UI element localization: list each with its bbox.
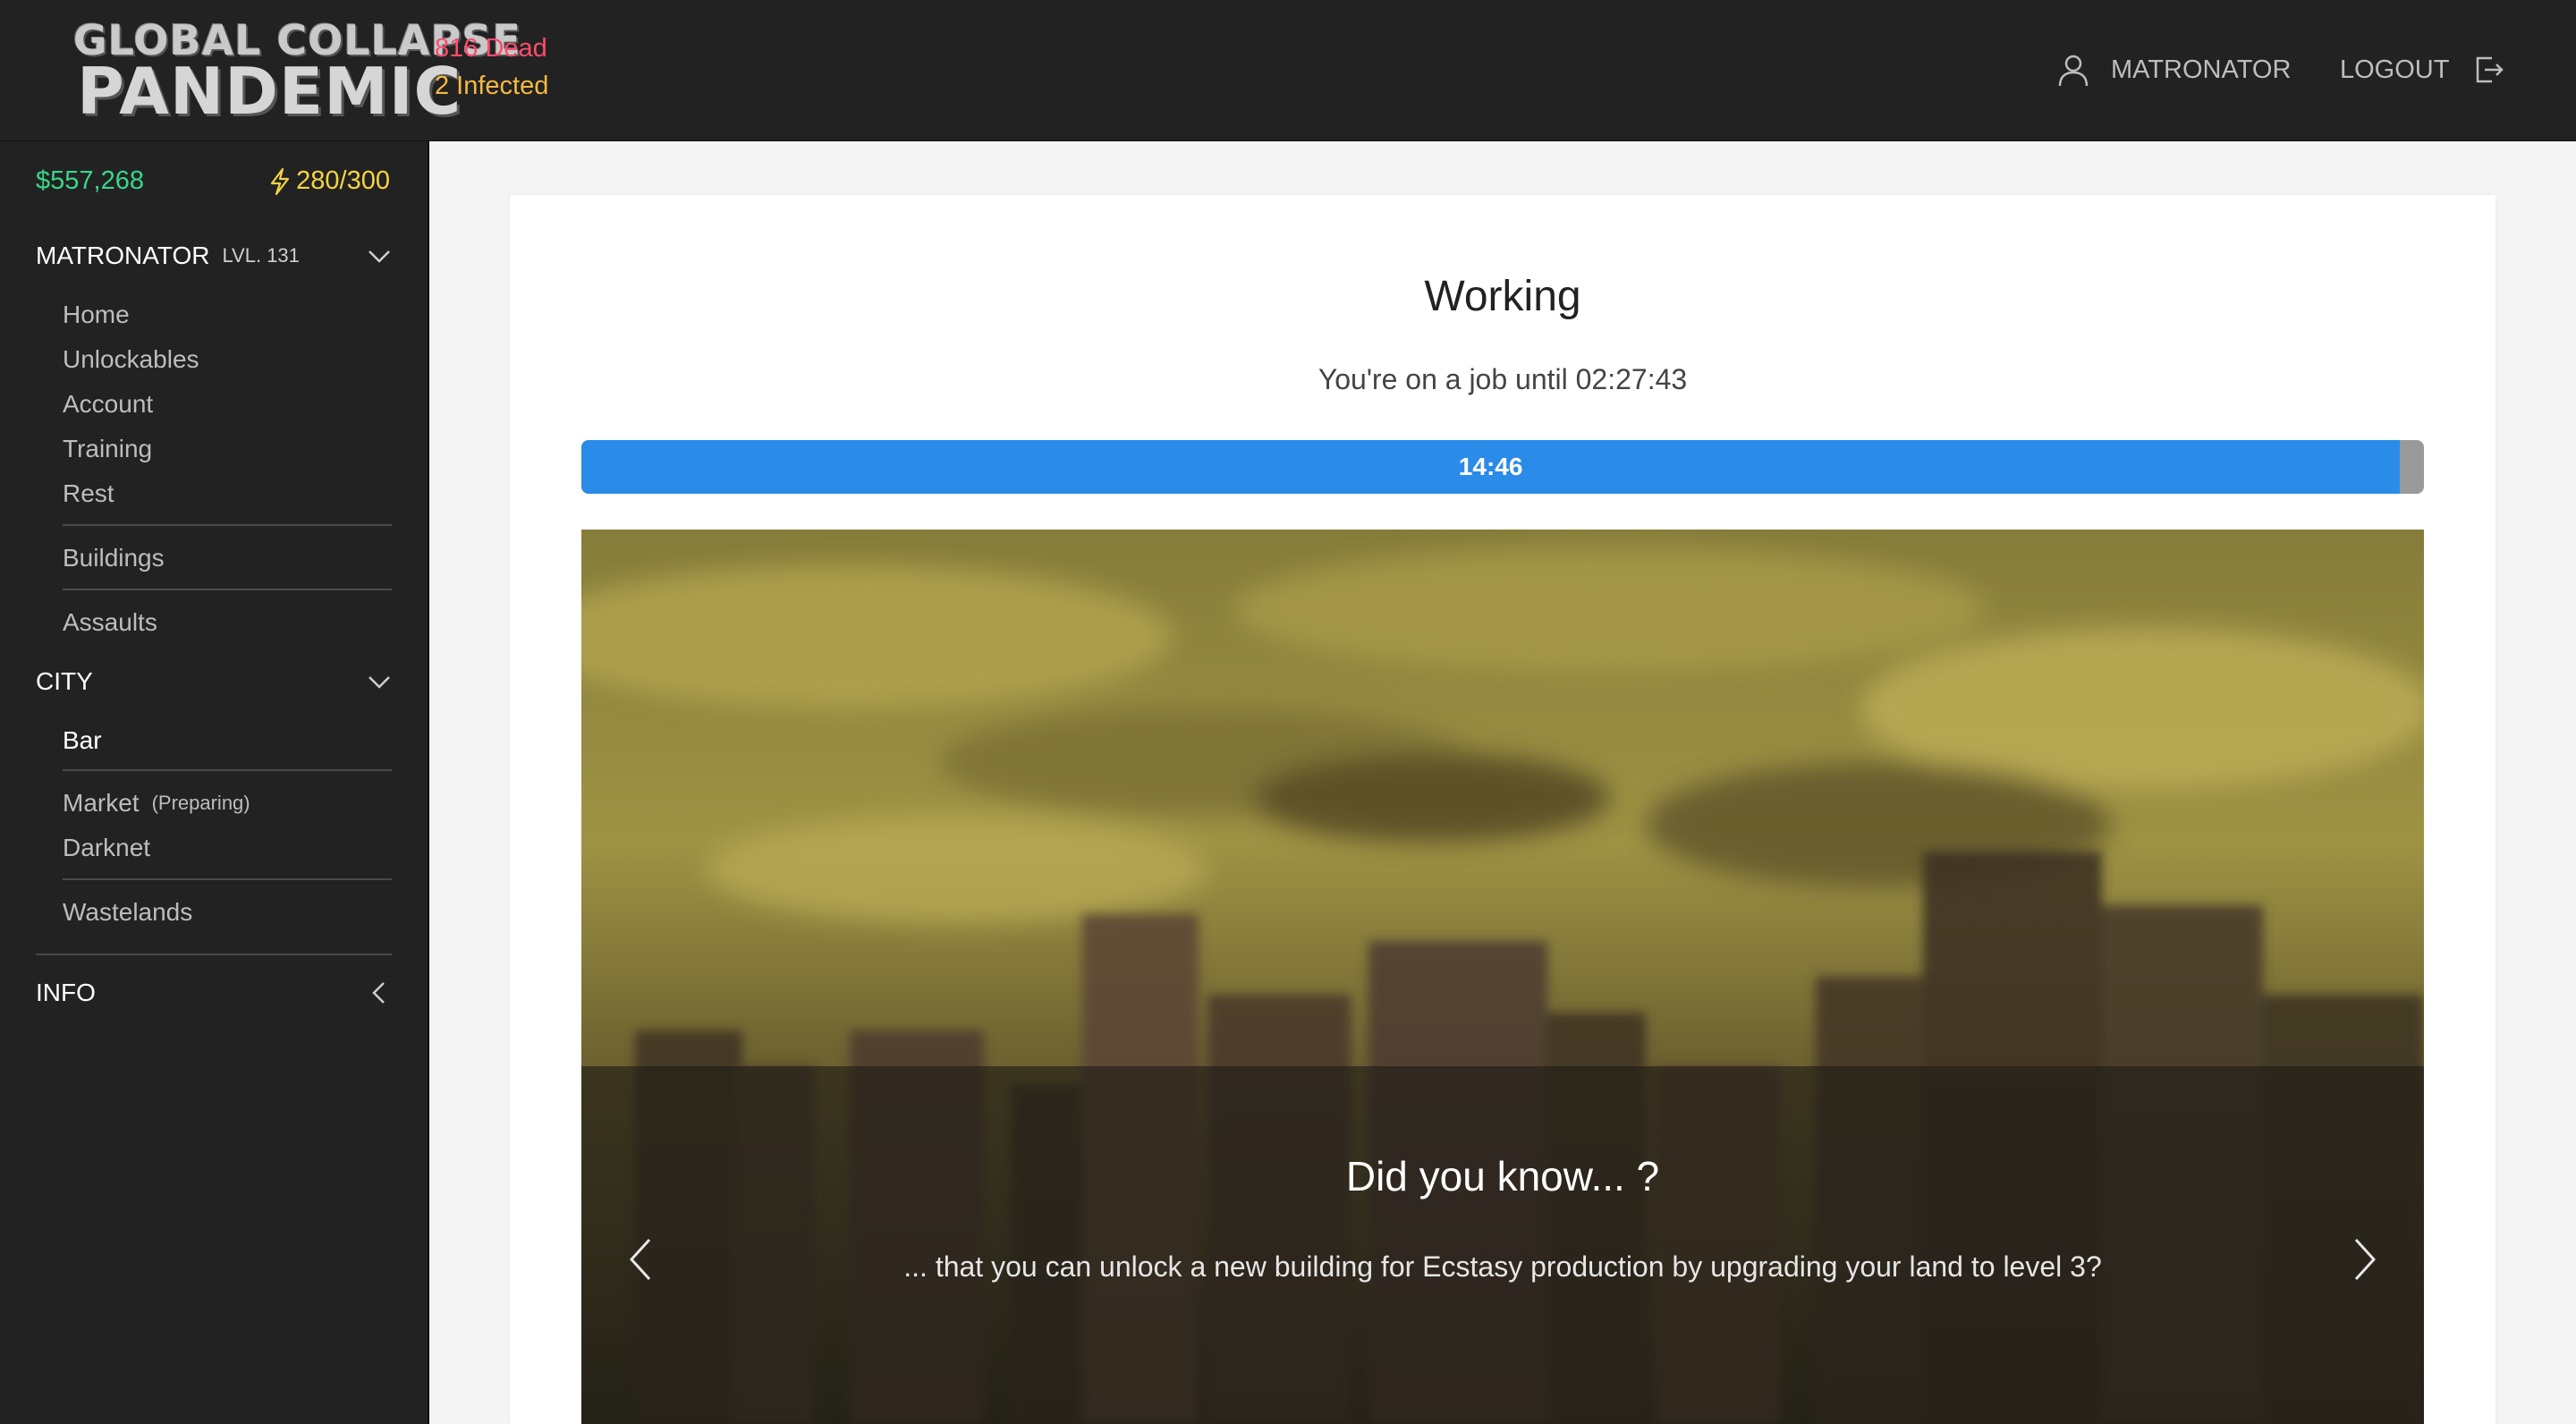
player-section-toggle[interactable]: MATRONATOR LVL. 131 — [36, 236, 392, 275]
nav-account[interactable]: Account — [63, 386, 153, 422]
nav-divider — [63, 878, 392, 880]
carousel-prev-button[interactable] — [623, 1233, 658, 1286]
chevron-right-icon — [2354, 1238, 2377, 1281]
nav-unlockables[interactable]: Unlockables — [63, 342, 199, 377]
job-status-text: You're on a job until 02:27:43 — [1318, 363, 1688, 395]
energy-value: 280/300 — [296, 166, 390, 195]
nav-divider — [63, 589, 392, 590]
energy-display: 280/300 — [267, 166, 390, 196]
carousel-next-button[interactable] — [2347, 1233, 2383, 1286]
nav-training[interactable]: Training — [63, 431, 152, 467]
nav-market[interactable]: Market (Preparing) — [63, 785, 250, 821]
player-name: MATRONATOR — [36, 242, 210, 269]
working-card: Working You're on a job until 02:27:43 1… — [510, 195, 2496, 1424]
nav-darknet[interactable]: Darknet — [63, 830, 150, 866]
info-label: INFO — [36, 979, 96, 1006]
nav-buildings[interactable]: Buildings — [63, 540, 165, 576]
infected-count: 2 Infected — [435, 72, 549, 100]
job-progress-bar: 14:46 — [581, 440, 2424, 494]
nav-bar[interactable]: Bar — [63, 723, 102, 759]
job-progress-label: 14:46 — [1458, 453, 1523, 480]
tip-title: Did you know... ? — [1345, 1153, 1660, 1199]
logo[interactable]: GLOBAL COLLAPSE PANDEMIC — [73, 18, 521, 129]
nav-assaults[interactable]: Assaults — [63, 605, 157, 640]
section-divider — [36, 954, 392, 955]
username-label: MATRONATOR — [2111, 55, 2292, 84]
top-bar: GLOBAL COLLAPSE PANDEMIC 816 Dead 2 Infe… — [0, 0, 2576, 141]
logout-label: LOGOUT — [2340, 55, 2450, 84]
page-title: Working — [1424, 273, 1581, 320]
sidebar: $557,268 280/300 MATRONATOR LVL. 131 Hom… — [0, 141, 429, 1424]
chevron-left-icon — [372, 982, 385, 1004]
lightning-icon — [271, 167, 290, 195]
dead-count: 816 Dead — [435, 34, 547, 63]
chevron-left-icon — [629, 1238, 651, 1281]
nav-rest[interactable]: Rest — [63, 476, 114, 512]
logo-line-2: PANDEMIC — [77, 54, 462, 129]
chevron-down-icon — [369, 250, 390, 263]
tips-carousel: Did you know... ? ... that you can unloc… — [581, 530, 2424, 1424]
city-label: CITY — [36, 667, 93, 695]
tip-text: ... that you can unlock a new building f… — [903, 1250, 2102, 1283]
logout-icon — [2477, 56, 2504, 83]
nav-wastelands[interactable]: Wastelands — [63, 894, 192, 930]
user-icon — [2058, 55, 2089, 87]
market-label: Market — [63, 789, 140, 817]
nav-divider — [63, 524, 392, 526]
info-section-toggle[interactable]: INFO — [36, 973, 392, 1013]
nav-home[interactable]: Home — [63, 297, 130, 333]
job-progress-fill: 14:46 — [581, 440, 2401, 494]
logout-button[interactable]: LOGOUT — [2340, 50, 2504, 89]
market-status: (Preparing) — [151, 792, 250, 814]
city-section-toggle[interactable]: CITY — [36, 662, 392, 701]
caption-band — [581, 1066, 2424, 1424]
player-level: LVL. 131 — [222, 244, 300, 267]
chevron-down-icon — [369, 676, 390, 689]
nav-divider — [63, 769, 392, 771]
money-display: $557,268 — [36, 166, 144, 195]
user-profile-link[interactable]: MATRONATOR — [2055, 50, 2291, 89]
